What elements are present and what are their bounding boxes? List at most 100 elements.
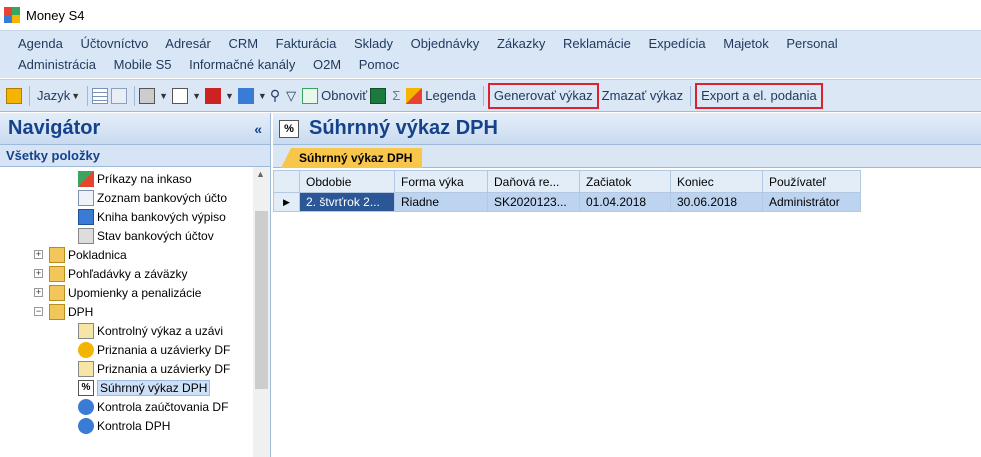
menu-administracia[interactable]: Administrácia [18, 57, 96, 72]
menu-expedicia[interactable]: Expedícia [649, 36, 706, 51]
menu-pomoc[interactable]: Pomoc [359, 57, 399, 72]
tax-closing-icon [78, 360, 94, 377]
menu-objednavky[interactable]: Objednávky [411, 36, 480, 51]
cell-pouzivatel[interactable]: Administrátor [762, 192, 861, 212]
language-dropdown[interactable]: Jazyk ▼ [34, 84, 83, 108]
app-logo-icon [4, 7, 20, 23]
row-indicator-icon[interactable]: ▶ [273, 192, 300, 212]
generate-report-button[interactable]: Generovať výkaz [487, 82, 599, 109]
tree-item-kniha-bankovych-vypisov[interactable]: Kniha bankových výpiso [78, 207, 226, 226]
tree-item-kontrolny-vykaz[interactable]: Kontrolný výkaz a uzávi [78, 321, 223, 340]
menu-crm[interactable]: CRM [228, 36, 258, 51]
toolbar-separator [482, 85, 484, 106]
chevron-down-icon[interactable]: ▼ [225, 91, 234, 101]
menu-agenda[interactable]: Agenda [18, 36, 63, 51]
menu-row-2: Administrácia Mobile S5 Informačné kanál… [18, 57, 413, 72]
menu-informacne-kanaly[interactable]: Informačné kanály [189, 57, 295, 72]
refresh-icon [302, 87, 319, 104]
window-title: Money S4 [26, 7, 85, 23]
column-header-zaciatok[interactable]: Začiatok [579, 170, 671, 193]
bank-balance-icon [78, 227, 94, 244]
menu-row-1: Agenda Účtovníctvo Adresár CRM Fakturáci… [18, 36, 852, 51]
expand-icon[interactable]: + [34, 288, 43, 297]
bank-statement-icon [78, 208, 94, 225]
tree-item-pohladavky-a-zavazky[interactable]: + Pohľadávky a záväzky [34, 264, 188, 283]
scrollbar-thumb[interactable] [255, 211, 268, 389]
print-preview-icon[interactable] [172, 87, 189, 104]
menu-bar: Agenda Účtovníctvo Adresár CRM Fakturáci… [0, 30, 981, 78]
print-icon[interactable] [139, 87, 156, 104]
list-view-icon[interactable] [92, 87, 109, 104]
legend-button[interactable]: Legenda [403, 84, 479, 108]
chevron-down-icon[interactable]: ▼ [159, 91, 168, 101]
excel-icon[interactable] [370, 87, 387, 104]
language-label: Jazyk [37, 88, 71, 103]
menu-reklamacie[interactable]: Reklamácie [563, 36, 631, 51]
column-header-danova-registracia[interactable]: Daňová re... [487, 170, 580, 193]
tree-item-prikazy-na-inkaso[interactable]: Príkazy na inkaso [78, 169, 192, 188]
toolbar-separator [134, 85, 136, 106]
column-header-pouzivatel[interactable]: Používateľ [762, 170, 861, 193]
legend-icon [406, 87, 423, 104]
expand-icon[interactable]: + [34, 250, 43, 259]
pdf-save-icon[interactable] [205, 87, 221, 104]
sum-button[interactable]: Σ [389, 84, 403, 108]
navigator-scrollbar[interactable]: ▲ [253, 167, 270, 457]
tree-item-stav-bankovych-uctov[interactable]: Stav bankových účtov [78, 226, 214, 245]
menu-fakturacia[interactable]: Fakturácia [276, 36, 337, 51]
toolbar: Jazyk ▼ ▼ ▼ ▼ ▼ ⚲ ▽ Obnoviť Σ Legenda Ge… [0, 79, 981, 112]
tree-item-dph[interactable]: − DPH [34, 302, 93, 321]
toolbar-separator [87, 85, 89, 106]
menu-o2m[interactable]: O2M [313, 57, 341, 72]
tree-item-priznania-a-uzavierky-2[interactable]: Priznania a uzávierky DF [78, 359, 230, 378]
cell-zaciatok[interactable]: 01.04.2018 [579, 192, 671, 212]
bank-list-icon [78, 189, 94, 206]
menu-zakazky[interactable]: Zákazky [497, 36, 545, 51]
menu-sklady[interactable]: Sklady [354, 36, 393, 51]
folder-icon [49, 246, 65, 263]
tree-item-suhrnny-vykaz-dph[interactable]: % Súhrnný výkaz DPH [78, 378, 211, 397]
cell-danova-registracia[interactable]: SK2020123... [487, 192, 580, 212]
pdf-mail-icon[interactable] [237, 87, 254, 104]
tree-item-priznania-a-uzavierky-1[interactable]: Priznania a uzávierky DF [78, 340, 230, 359]
refresh-button[interactable]: Obnoviť [299, 84, 370, 108]
table-row[interactable]: ▶ 2. štvrťrok 2... Riadne SK2020123... 0… [273, 192, 861, 212]
tab-suhrnny-vykaz-dph[interactable]: Súhrnný výkaz DPH [281, 148, 423, 168]
toolbar-separator [29, 85, 30, 106]
vat-folder-icon [49, 303, 65, 320]
menu-personal[interactable]: Personal [786, 36, 837, 51]
tree-item-upomienky-a-penalizacie[interactable]: + Upomienky a penalizácie [34, 283, 201, 302]
cell-koniec[interactable]: 30.06.2018 [670, 192, 763, 212]
copy-icon[interactable] [111, 87, 128, 104]
tree-item-kontrola-dph[interactable]: Kontrola DPH [78, 416, 170, 435]
menu-uctovnictvo[interactable]: Účtovníctvo [80, 36, 148, 51]
collapse-node-icon[interactable]: − [34, 307, 43, 316]
scroll-up-icon[interactable]: ▲ [256, 169, 265, 179]
navigator-panel: Navigátor « Všetky položky Príkazy na in… [0, 113, 271, 457]
chevron-down-icon[interactable]: ▼ [192, 91, 201, 101]
title-bar: Money S4 [0, 0, 981, 30]
column-header-koniec[interactable]: Koniec [670, 170, 763, 193]
menu-majetok[interactable]: Majetok [723, 36, 769, 51]
column-header-obdobie[interactable]: Obdobie [299, 170, 395, 193]
export-button[interactable]: Export a el. podania [695, 82, 823, 109]
search-icon[interactable]: ⚲ [267, 84, 283, 108]
page-title: Súhrnný výkaz DPH [309, 117, 498, 139]
column-header-forma-vykazu[interactable]: Forma výka [394, 170, 488, 193]
panel-icon[interactable] [6, 87, 22, 104]
tree-item-kontrola-zauctovania[interactable]: Kontrola zaúčtovania DF [78, 397, 228, 416]
menu-mobile-s5[interactable]: Mobile S5 [114, 57, 172, 72]
collapse-icon[interactable]: « [254, 121, 262, 137]
tree-item-zoznam-bankovych-uctov[interactable]: Zoznam bankových účto [78, 188, 227, 207]
legend-label: Legenda [425, 88, 476, 103]
navigator-subheader[interactable]: Všetky položky [0, 145, 270, 167]
cell-obdobie[interactable]: 2. štvrťrok 2... [299, 192, 395, 212]
expand-icon[interactable]: + [34, 269, 43, 278]
tree-item-pokladnica[interactable]: + Pokladnica [34, 245, 127, 264]
chevron-down-icon[interactable]: ▼ [258, 91, 267, 101]
posting-check-icon [78, 398, 94, 415]
cell-forma-vykazu[interactable]: Riadne [394, 192, 488, 212]
menu-adresar[interactable]: Adresár [165, 36, 211, 51]
filter-icon[interactable]: ▽ [283, 84, 299, 108]
delete-report-button[interactable]: Zmazať výkaz [599, 84, 686, 108]
